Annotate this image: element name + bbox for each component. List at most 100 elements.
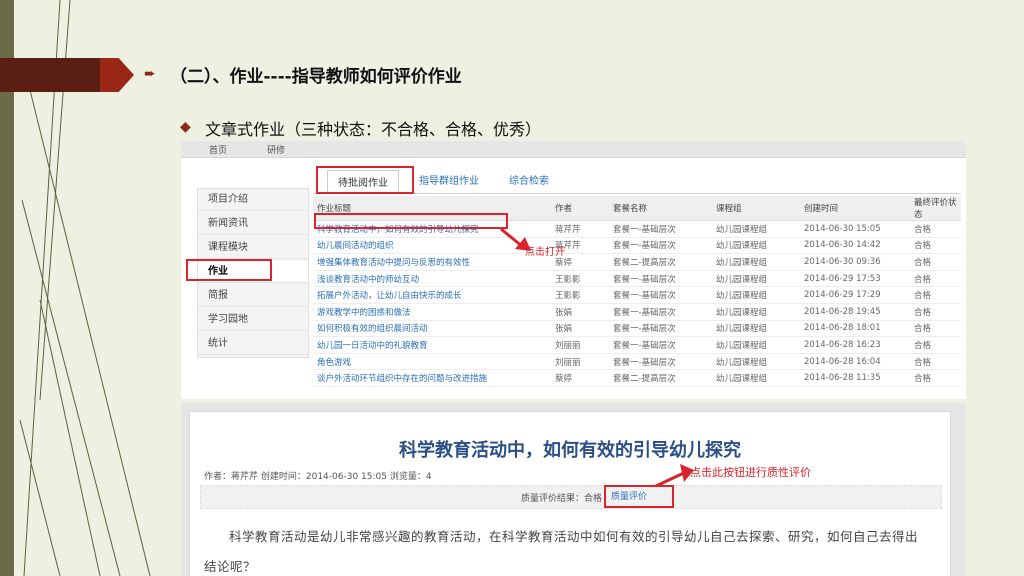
row-package: 套餐一-基础层次 — [609, 270, 712, 288]
row-status: 合格 — [910, 369, 961, 387]
row-package: 套餐一-基础层次 — [609, 353, 712, 371]
row-author: 王影影 — [551, 270, 609, 288]
row-status: 合格 — [910, 237, 961, 255]
article-meta: 作者：蒋芹芹 创建时间：2014-06-30 15:05 浏览量：4 — [204, 472, 432, 482]
row-created: 2014-06-30 15:05 — [800, 220, 910, 238]
quality-result-label: 质量评价结果：合格 — [521, 494, 603, 504]
sidebar-item-stats[interactable]: 统计 — [198, 333, 308, 355]
row-course-group: 幼儿园课程组 — [712, 369, 800, 387]
row-status: 合格 — [910, 253, 961, 271]
table-row[interactable]: 谈户外活动环节组织中存在的问题与改进措施 蔡婷 套餐二-提高层次 幼儿园课程组 2014… — [313, 369, 961, 387]
annotation-click-evaluate: 点击此按钮进行质性评价 — [690, 466, 811, 479]
row-created: 2014-06-28 19:45 — [800, 303, 910, 321]
row-package: 套餐一-基础层次 — [609, 320, 712, 338]
row-title[interactable]: 如何积极有效的组织晨间活动 — [313, 320, 551, 338]
sidebar-item-intro[interactable]: 项目介绍 — [198, 189, 308, 211]
row-package: 套餐一-基础层次 — [609, 336, 712, 354]
col-status: 最终评价状态 — [910, 196, 961, 221]
table-row[interactable]: 游戏教学中的困惑和做法 张娟 套餐一-基础层次 幼儿园课程组 2014-06-28 19… — [313, 303, 961, 321]
table-row[interactable]: 角色游戏 刘丽丽 套餐一-基础层次 幼儿园课程组 2014-06-28 16:04 合格 — [313, 353, 961, 371]
table-row[interactable]: 拓展户外活动，让幼儿自由快乐的成长 王影影 套餐一-基础层次 幼儿园课程组 2014-0… — [313, 286, 961, 304]
row-author: 刘丽丽 — [551, 336, 609, 354]
row-title[interactable]: 幼儿园一日活动中的礼貌教育 — [313, 336, 551, 354]
row-author: 刘丽丽 — [551, 353, 609, 371]
slide: ➨ （二）、作业----指导教师如何评价作业 ◆ 文章式作业（三种状态：不合格、… — [0, 0, 1024, 576]
row-created: 2014-06-28 16:23 — [800, 336, 910, 354]
row-author: 张娟 — [551, 303, 609, 321]
nav-home[interactable]: 首页 — [209, 143, 227, 156]
sidebar-item-briefing[interactable]: 简报 — [198, 285, 308, 307]
row-title[interactable]: 拓展户外活动，让幼儿自由快乐的成长 — [313, 286, 551, 304]
nav-study[interactable]: 研修 — [267, 143, 285, 156]
article-detail-screenshot: 科学教育活动中，如何有效的引导幼儿探究 作者：蒋芹芹 创建时间：2014-06-… — [181, 403, 966, 576]
row-author: 王影影 — [551, 286, 609, 304]
row-course-group: 幼儿园课程组 — [712, 320, 800, 338]
row-title[interactable]: 谈户外活动环节组织中存在的问题与改进措施 — [313, 369, 551, 387]
annotation-click-open: 点击打开 — [525, 247, 565, 258]
article-body: 科学教育活动是幼儿非常感兴趣的教育活动，在科学教育活动中如何有效的引导幼儿自己去… — [204, 529, 919, 574]
row-created: 2014-06-28 16:04 — [800, 353, 910, 371]
row-course-group: 幼儿园课程组 — [712, 220, 800, 238]
col-package: 套餐名称 — [609, 196, 712, 221]
table-row[interactable]: 幼儿晨间活动的组织 蒋芹芹 套餐一-基础层次 幼儿园课程组 2014-06-30 14:… — [313, 237, 961, 255]
row-status: 合格 — [910, 270, 961, 288]
row-course-group: 幼儿园课程组 — [712, 237, 800, 255]
row-package: 套餐一-基础层次 — [609, 237, 712, 255]
row-created: 2014-06-29 17:53 — [800, 270, 910, 288]
row-title[interactable]: 增强集体教育活动中提问与反思的有效性 — [313, 253, 551, 271]
row-author: 张娟 — [551, 320, 609, 338]
article-title: 科学教育活动中，如何有效的引导幼儿探究 — [399, 440, 741, 461]
row-title[interactable]: 游戏教学中的困惑和做法 — [313, 303, 551, 321]
highlight-box-tab — [316, 166, 414, 194]
table-row[interactable]: 如何积极有效的组织晨间活动 张娟 套餐一-基础层次 幼儿园课程组 2014-06-28 … — [313, 320, 961, 338]
row-course-group: 幼儿园课程组 — [712, 253, 800, 271]
row-status: 合格 — [910, 320, 961, 338]
row-created: 2014-06-30 14:42 — [800, 237, 910, 255]
row-created: 2014-06-28 11:35 — [800, 369, 910, 387]
sidebar-item-study-garden[interactable]: 学习园地 — [198, 309, 308, 331]
row-status: 合格 — [910, 220, 961, 238]
highlight-box-button — [604, 485, 674, 508]
row-created: 2014-06-30 09:36 — [800, 253, 910, 271]
row-created: 2014-06-29 17:29 — [800, 286, 910, 304]
row-course-group: 幼儿园课程组 — [712, 353, 800, 371]
row-status: 合格 — [910, 286, 961, 304]
row-package: 套餐一-基础层次 — [609, 220, 712, 238]
tab-group-homework[interactable]: 指导群组作业 — [419, 172, 479, 187]
sidebar-item-courses[interactable]: 课程模块 — [198, 237, 308, 259]
row-course-group: 幼儿园课程组 — [712, 303, 800, 321]
row-title[interactable]: 浅谈教育活动中的师幼互动 — [313, 270, 551, 288]
table-row[interactable]: 增强集体教育活动中提问与反思的有效性 蔡婷 套餐二-提高层次 幼儿园课程组 2014-0… — [313, 253, 961, 271]
row-package: 套餐二-提高层次 — [609, 369, 712, 387]
quality-result-bar: 质量评价结果：合格 质量评价 — [200, 485, 942, 509]
row-package: 套餐一-基础层次 — [609, 303, 712, 321]
row-title[interactable]: 角色游戏 — [313, 353, 551, 371]
highlight-box-sidebar — [186, 259, 272, 281]
tab-search[interactable]: 综合检索 — [509, 172, 549, 187]
row-created: 2014-06-28 18:01 — [800, 320, 910, 338]
article-panel: 科学教育活动中，如何有效的引导幼儿探究 作者：蒋芹芹 创建时间：2014-06-… — [189, 411, 951, 576]
row-package: 套餐二-提高层次 — [609, 253, 712, 271]
row-course-group: 幼儿园课程组 — [712, 286, 800, 304]
row-course-group: 幼儿园课程组 — [712, 336, 800, 354]
col-author: 作者 — [551, 196, 609, 221]
homework-list-screenshot: 首页 研修 项目介绍 新闻资讯 课程模块 作业 简报 学习园地 统计 待批阅作业… — [181, 141, 966, 399]
row-package: 套餐一-基础层次 — [609, 286, 712, 304]
table-row[interactable]: 浅谈教育活动中的师幼互动 王影影 套餐一-基础层次 幼儿园课程组 2014-06-29 … — [313, 270, 961, 288]
row-author: 蒋芹芹 — [551, 220, 609, 238]
row-status: 合格 — [910, 336, 961, 354]
col-created: 创建时间 — [800, 196, 910, 221]
diamond-bullet-icon: ◆ — [180, 119, 191, 135]
row-status: 合格 — [910, 353, 961, 371]
row-course-group: 幼儿园课程组 — [712, 270, 800, 288]
slide-subheading: 文章式作业（三种状态：不合格、合格、优秀） — [205, 120, 542, 139]
arrow-bullet-icon: ➨ — [144, 66, 156, 82]
top-nav: 首页 研修 — [181, 141, 966, 158]
col-course-group: 课程组 — [712, 196, 800, 221]
slide-heading: （二）、作业----指导教师如何评价作业 — [170, 67, 462, 87]
sidebar-item-news[interactable]: 新闻资讯 — [198, 213, 308, 235]
row-author: 蔡婷 — [551, 369, 609, 387]
highlight-box-row — [314, 213, 508, 229]
row-status: 合格 — [910, 303, 961, 321]
table-row[interactable]: 幼儿园一日活动中的礼貌教育 刘丽丽 套餐一-基础层次 幼儿园课程组 2014-06-28… — [313, 336, 961, 354]
